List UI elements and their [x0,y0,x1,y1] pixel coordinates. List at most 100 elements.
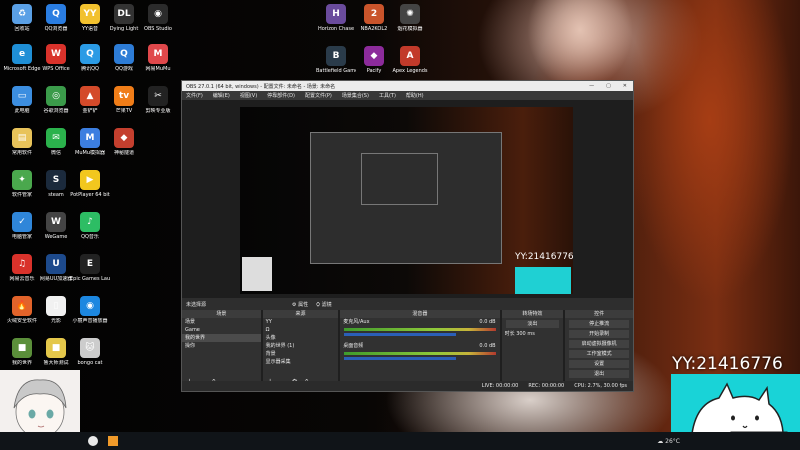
preview-yy-id: YY:21416776 [515,252,573,262]
app-icon: ♻ [12,4,32,24]
menu-scene-collection[interactable]: 场景集合(S) [342,92,369,99]
track-db: 0.0 dB [479,343,496,349]
app-icon: ▭ [12,86,32,106]
menu-docks[interactable]: 停靠部件(D) [267,92,295,99]
preview-canvas[interactable]: YY:21416776 [240,107,573,294]
app-icon: ✦ [12,170,32,190]
source-item[interactable]: YY [263,318,339,326]
desktop-icon[interactable]: B Battlefield Game [316,46,356,74]
desktop-icon[interactable]: ♪ QQ音乐 [70,212,110,240]
app-icon: 2 [364,4,384,24]
scene-item-selected[interactable]: 我的世界 [182,334,261,342]
windows-taskbar: ☁ 26°C [0,432,800,450]
scene-item[interactable]: 场景 [182,318,261,326]
desktop-icon[interactable]: A Apex Legends [390,46,430,74]
volume-meter [344,328,496,331]
sources-panel: 来源 YY Ω 头像 我的世界 (1) 背景 显示器采集 ＋ − ⚙ ⌃ ⌄ [262,310,339,387]
rec-timer: REC: 00:00:00 [528,383,565,389]
folder-taskbar-icon[interactable] [108,436,118,446]
source-item[interactable]: 背景 [263,350,339,358]
app-icon: ▯ [46,296,66,316]
source-item[interactable]: 显示器采集 [263,358,339,366]
transition-select[interactable]: 淡出 [505,320,560,328]
source-item[interactable]: 头像 [263,334,339,342]
desktop-icon[interactable]: 2 NBA2KOL2 [354,4,394,32]
source-item[interactable]: 我的世界 (1) [263,342,339,350]
desktop-icon[interactable]: ✺ 烟花模拟器 [390,4,430,32]
desktop-icon[interactable]: ✂ 剪映专业版 [138,86,178,114]
desktop-icon[interactable]: M 网易MuMu [138,44,178,72]
desktop-icon[interactable]: ◆ Pacify [354,46,394,74]
menu-profile[interactable]: 配置文件(P) [305,92,332,99]
desktop-icon[interactable]: ◉ OBS Studio [138,4,178,32]
stop-streaming-button[interactable]: 停止推流 [569,320,629,328]
desktop-icon-label: Battlefield Game [316,68,356,74]
controls-header: 控件 [565,310,633,318]
menu-edit[interactable]: 编辑(E) [213,92,230,99]
desktop-icon[interactable]: E Epic Games Launcher [70,254,110,282]
scenes-panel: 场景 场景 Game 我的世界 操你 ＋ − ⌃ ⌄ [182,310,261,387]
virtual-camera-button[interactable]: 启动虚拟摄像机 [569,340,629,348]
sources-header: 来源 [262,310,339,318]
volume-fader[interactable] [344,357,456,360]
duration-input[interactable]: 300 ms [516,331,535,337]
start-recording-button[interactable]: 开始录制 [569,330,629,338]
app-icon: Q [114,44,134,64]
desktop-icon[interactable]: ◉ 小丽声音播放器 [70,296,110,324]
app-icon: ♫ [12,254,32,274]
properties-button[interactable]: ⚙ 属性 [292,301,308,308]
mixer-track: 桌面音频 0.0 dB [340,342,499,350]
volume-fader[interactable] [344,333,456,336]
desktop-icon-label: 神秘隧道 [113,150,134,156]
app-icon: E [80,254,100,274]
app-icon: M [148,44,168,64]
weather-widget[interactable]: ☁ 26°C [657,438,680,445]
app-icon: DL [114,4,134,24]
desktop-icon-label: 剪映专业版 [145,108,171,114]
app-icon: ■ [46,338,66,358]
desktop-icon[interactable]: H Horizon Chase [316,4,356,32]
app-icon: M [80,128,100,148]
track-db: 0.0 dB [479,319,496,325]
preview-cat-overlay [515,267,571,294]
transitions-panel: 转场特效 淡出 时长 300 ms [501,310,564,387]
exit-button[interactable]: 退出 [569,370,629,378]
scene-item[interactable]: Game [182,326,261,334]
app-icon: ◎ [46,86,66,106]
menu-file[interactable]: 文件(F) [186,92,203,99]
audio-mixer-panel: 混音器 麦克风/Aux 0.0 dB 桌面音频 0.0 dB [340,310,500,387]
desktop-icon[interactable]: 🐱 bongo cat [70,338,110,366]
filters-button[interactable]: ⛭ 滤镜 [316,301,332,308]
menu-view[interactable]: 视图(V) [240,92,257,99]
transitions-header: 转场特效 [501,310,564,318]
obs-title-bar[interactable]: OBS 27.0.1 (64 bit, windows) - 配置文件: 未命名… [182,81,633,91]
obs-window[interactable]: OBS 27.0.1 (64 bit, windows) - 配置文件: 未命名… [181,80,634,392]
studio-mode-button[interactable]: 工作室模式 [569,350,629,358]
app-icon: Q [80,44,100,64]
desktop-icon-label: Horizon Chase [317,26,355,32]
desktop-icon[interactable]: ▶ PotPlayer 64 bit [70,170,110,198]
scene-item[interactable]: 操你 [182,342,261,350]
menu-help[interactable]: 帮助(H) [406,92,424,99]
obs-taskbar-icon[interactable] [88,436,98,446]
settings-button[interactable]: 设置 [569,360,629,368]
app-icon: ▶ [80,170,100,190]
desktop-icon[interactable]: ◆ 神秘隧道 [104,128,144,156]
app-icon: tv [114,86,134,106]
menu-tools[interactable]: 工具(T) [379,92,396,99]
source-item[interactable]: Ω [263,326,339,334]
maximize-button[interactable]: ▢ [606,83,611,89]
close-button[interactable]: ✕ [623,83,627,89]
minimize-button[interactable]: — [589,83,594,89]
app-icon: ■ [12,338,32,358]
track-name: 桌面音频 [343,343,364,349]
app-icon: W [46,44,66,64]
app-icon: Q [46,4,66,24]
app-icon: ◆ [364,46,384,66]
app-icon: e [12,44,32,64]
app-icon: ♪ [80,212,100,232]
desktop-icon-label: 烟花模拟器 [397,26,423,32]
desktop-icon-label: Epic Games Launcher [70,276,110,282]
mixer-header: 混音器 [340,310,500,318]
mixer-track: 麦克风/Aux 0.0 dB [340,318,499,326]
